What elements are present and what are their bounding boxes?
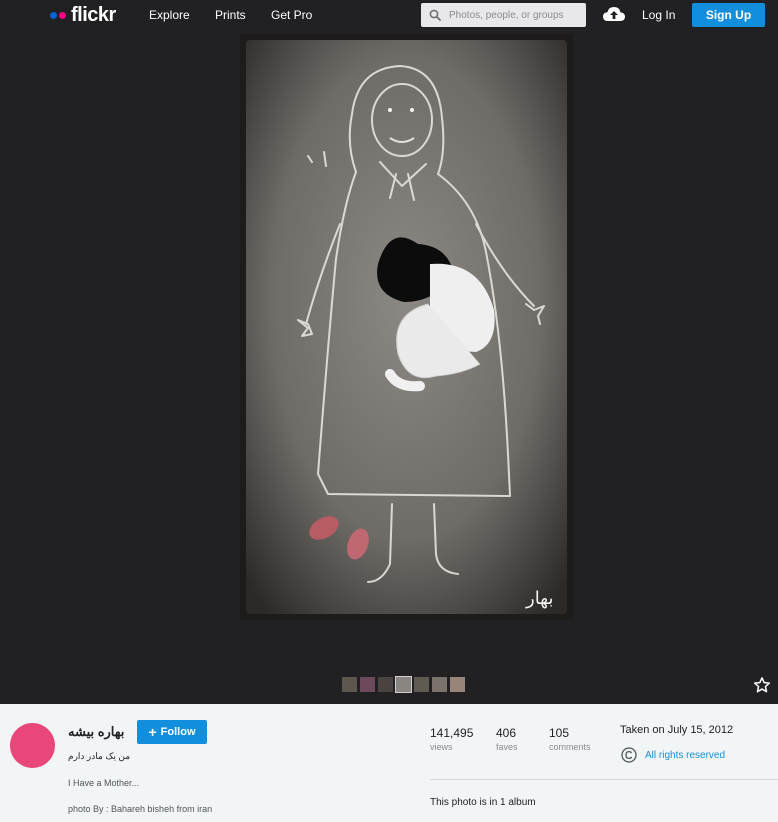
photo-signature: بهار bbox=[525, 588, 553, 609]
main-photo[interactable]: بهار bbox=[240, 34, 573, 620]
upload-cloud-icon[interactable] bbox=[603, 6, 625, 22]
nav-explore[interactable]: Explore bbox=[149, 8, 190, 22]
photostream-thumbnails bbox=[342, 676, 465, 693]
stat-comments: 105 comments bbox=[549, 726, 591, 752]
album-info[interactable]: This photo is in 1 album bbox=[430, 797, 536, 808]
stat-views: 141,495 views bbox=[430, 726, 473, 752]
stat-comments-label: comments bbox=[549, 742, 591, 752]
thumbnail[interactable] bbox=[342, 677, 357, 692]
search-input[interactable] bbox=[449, 9, 584, 21]
search-box[interactable] bbox=[421, 3, 586, 27]
thumbnail[interactable] bbox=[450, 677, 465, 692]
logo-text: flickr bbox=[71, 4, 116, 26]
photo-info-panel: بهاره بیشه + Follow من یک مادر دارم I Ha… bbox=[0, 704, 778, 822]
thumbnail-current[interactable] bbox=[395, 676, 412, 693]
photo-subtitle: من یک مادر دارم bbox=[68, 751, 131, 761]
search-icon bbox=[429, 9, 441, 21]
plus-icon: + bbox=[148, 724, 157, 740]
photo-description: photo By : Bahareh bisheh from iran bbox=[68, 804, 213, 814]
stat-faves-label: faves bbox=[496, 742, 518, 752]
logo-pink-dot bbox=[59, 12, 66, 19]
follow-button[interactable]: + Follow bbox=[137, 720, 207, 744]
top-navigation-bar: flickr Explore Prints Get Pro Log In Sig… bbox=[0, 0, 778, 31]
thumbnail[interactable] bbox=[432, 677, 447, 692]
logo-blue-dot bbox=[50, 12, 57, 19]
copyright-icon bbox=[621, 747, 637, 763]
login-link[interactable]: Log In bbox=[642, 8, 675, 22]
photo-title: I Have a Mother... bbox=[68, 778, 140, 788]
stat-views-value: 141,495 bbox=[430, 726, 474, 740]
follow-label: Follow bbox=[160, 726, 196, 738]
divider bbox=[430, 779, 778, 780]
photo-stage: بهار bbox=[0, 31, 778, 704]
thumbnail[interactable] bbox=[378, 677, 393, 692]
license-label[interactable]: All rights reserved bbox=[645, 750, 725, 761]
license-info[interactable]: All rights reserved bbox=[621, 747, 725, 763]
avatar[interactable] bbox=[10, 723, 55, 768]
flickr-logo[interactable]: flickr bbox=[50, 4, 116, 27]
stat-faves: 406 faves bbox=[496, 726, 518, 752]
stat-views-label: views bbox=[430, 742, 453, 752]
star-favorite-icon[interactable] bbox=[753, 676, 771, 694]
stat-faves-value: 406 bbox=[496, 726, 517, 740]
owner-name[interactable]: بهاره بیشه bbox=[68, 724, 124, 740]
nav-get-pro[interactable]: Get Pro bbox=[271, 8, 312, 22]
thumbnail[interactable] bbox=[360, 677, 375, 692]
taken-date: Taken on July 15, 2012 bbox=[620, 724, 734, 736]
nav-prints[interactable]: Prints bbox=[215, 8, 246, 22]
thumbnail[interactable] bbox=[414, 677, 429, 692]
signup-button[interactable]: Sign Up bbox=[692, 3, 765, 27]
stat-comments-value: 105 bbox=[549, 726, 570, 740]
